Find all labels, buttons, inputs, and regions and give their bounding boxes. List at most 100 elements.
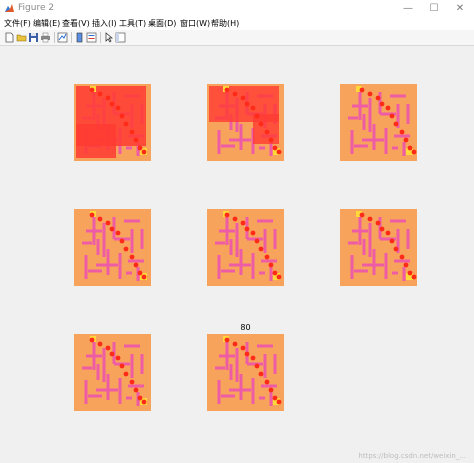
maze-plot — [74, 84, 151, 161]
path-dot — [224, 337, 230, 343]
maze-subplot-2[interactable] — [207, 84, 284, 161]
path-dot — [137, 395, 143, 401]
menu-edit[interactable]: 编辑(E) — [33, 18, 60, 29]
path-dot — [115, 355, 121, 361]
path-dot — [250, 105, 256, 111]
matlab-logo-icon — [5, 4, 14, 12]
path-dot — [240, 345, 246, 351]
path-dot — [129, 379, 135, 385]
menu-file[interactable]: 文件(F) — [4, 18, 31, 29]
path-dot — [254, 238, 260, 244]
link-plot-icon[interactable] — [57, 32, 68, 43]
path-dot — [403, 137, 409, 143]
property-inspector-icon[interactable] — [115, 32, 126, 43]
path-dot — [109, 101, 115, 107]
path-dot — [264, 129, 270, 135]
maze-plot — [207, 84, 284, 161]
path-dot — [389, 238, 395, 244]
path-dot — [123, 371, 129, 377]
maze-subplot-4[interactable] — [74, 209, 151, 286]
menu-tools[interactable]: 工具(T) — [119, 18, 146, 29]
figure-canvas[interactable]: 80 — [0, 46, 474, 463]
path-dot — [379, 101, 385, 107]
path-dot — [137, 270, 143, 276]
edit-plot-cursor-icon[interactable] — [103, 32, 114, 43]
path-dot — [232, 216, 238, 222]
path-dot — [240, 95, 246, 101]
path-dot — [254, 113, 260, 119]
path-dot — [276, 274, 282, 280]
path-dot — [129, 254, 135, 260]
maze-subplot-7[interactable] — [74, 334, 151, 411]
insert-legend-icon[interactable] — [86, 32, 97, 43]
path-dot — [115, 105, 121, 111]
toolbar-separator — [71, 32, 72, 43]
path-dot — [379, 226, 385, 232]
print-icon[interactable] — [40, 32, 51, 43]
maximize-button[interactable]: ☐ — [423, 2, 445, 15]
close-button[interactable]: ✕ — [449, 2, 471, 15]
path-dot — [367, 91, 373, 97]
path-dot — [123, 121, 129, 127]
open-file-icon[interactable] — [16, 32, 27, 43]
path-dot — [224, 212, 230, 218]
path-dot — [276, 149, 282, 155]
path-dot — [411, 274, 417, 280]
path-dot — [389, 113, 395, 119]
path-dot — [399, 129, 405, 135]
path-dot — [89, 212, 95, 218]
save-icon[interactable] — [28, 32, 39, 43]
menu-desktop[interactable]: 桌面(D) — [148, 18, 176, 29]
path-dot — [119, 113, 125, 119]
path-dot — [244, 101, 250, 107]
path-dot — [250, 230, 256, 236]
path-dot — [254, 363, 260, 369]
window-title: Figure 2 — [18, 3, 55, 13]
path-dot — [268, 137, 274, 143]
path-dot — [367, 216, 373, 222]
menu-insert[interactable]: 插入(I) — [92, 18, 117, 29]
path-dot — [97, 216, 103, 222]
menu-help[interactable]: 帮助(H) — [211, 18, 239, 29]
maze-subplot-5[interactable] — [207, 209, 284, 286]
maze-plot — [74, 209, 151, 286]
path-dot — [89, 337, 95, 343]
path-dot — [119, 238, 125, 244]
path-dot — [129, 129, 135, 135]
path-dot — [258, 371, 264, 377]
path-dot — [115, 230, 121, 236]
path-dot — [97, 91, 103, 97]
maze-plot — [340, 84, 417, 161]
path-dot — [109, 226, 115, 232]
path-dot — [141, 274, 147, 280]
maze-subplot-8[interactable]: 80 — [207, 323, 284, 411]
path-dot — [232, 341, 238, 347]
path-dot — [105, 345, 111, 351]
path-dot — [232, 91, 238, 97]
menu-bar: 文件(F) 编辑(E) 查看(V) 插入(I) 工具(T) 桌面(D) 窗口(W… — [0, 17, 474, 30]
path-dot — [411, 149, 417, 155]
minimize-button[interactable]: — — [397, 2, 419, 15]
path-dot — [268, 262, 274, 268]
path-dot — [385, 230, 391, 236]
watermark: https://blog.csdn.net/weixin_... — [358, 452, 466, 460]
maze-subplot-6[interactable] — [340, 209, 417, 286]
path-dot — [276, 399, 282, 405]
maze-subplot-3[interactable] — [340, 84, 417, 161]
path-dot — [123, 246, 129, 252]
menu-window[interactable]: 窗口(W) — [180, 18, 210, 29]
window-titlebar: Figure 2 — ☐ ✕ — [0, 0, 474, 17]
path-dot — [141, 149, 147, 155]
insert-colorbar-icon[interactable] — [74, 32, 85, 43]
maze-subplot-1[interactable] — [74, 84, 151, 161]
menu-view[interactable]: 查看(V) — [62, 18, 90, 29]
new-figure-icon[interactable] — [4, 32, 15, 43]
path-dot — [268, 387, 274, 393]
path-dot — [105, 220, 111, 226]
path-dot — [240, 220, 246, 226]
path-dot — [109, 351, 115, 357]
path-dot — [258, 246, 264, 252]
path-dot — [393, 121, 399, 127]
path-dot — [97, 341, 103, 347]
path-dot — [264, 254, 270, 260]
